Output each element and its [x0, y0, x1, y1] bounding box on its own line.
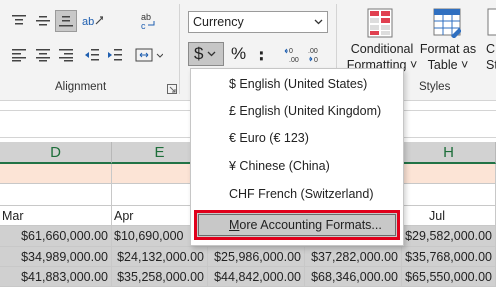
svg-text:.00: .00: [308, 48, 318, 55]
table-cell[interactable]: $29,582,000.00: [402, 226, 496, 247]
styles-group-label: Styles: [419, 81, 451, 93]
column-header-d[interactable]: D: [0, 142, 112, 164]
table-row: $34,989,000.00 $24,132,000.00 $25,986,00…: [0, 247, 496, 267]
svg-text:.00: .00: [289, 57, 299, 64]
table-cell[interactable]: $41,883,000.00: [0, 267, 112, 287]
more-accounting-formats-label: More Accounting Formats...: [229, 218, 382, 232]
table-cell[interactable]: $68,346,000.00: [305, 267, 402, 287]
cell-styles-label-2: Sty: [486, 58, 496, 72]
group-separator: [179, 4, 180, 94]
alignment-dialog-launcher-icon[interactable]: [167, 83, 177, 97]
increase-decimal-icon[interactable]: 0.00: [283, 44, 305, 66]
format-as-table-icon[interactable]: [433, 8, 462, 41]
table-cell[interactable]: $37,282,000.00: [305, 247, 402, 267]
increase-indent-icon[interactable]: [104, 44, 126, 66]
format-as-table-label: Format as: [419, 42, 477, 56]
svg-text:c: c: [141, 21, 146, 30]
menu-item-usd[interactable]: $ English (United States): [229, 77, 367, 91]
svg-text:0: 0: [289, 48, 293, 55]
cell[interactable]: [0, 164, 112, 184]
table-cell[interactable]: $35,258,000.00: [112, 267, 208, 287]
cell-styles-icon[interactable]: [487, 8, 496, 41]
merge-center-icon[interactable]: [134, 44, 164, 66]
comma-style-icon[interactable]: ։: [258, 41, 265, 66]
number-format-select[interactable]: Currency: [188, 11, 328, 33]
align-center-icon[interactable]: [32, 44, 54, 66]
cell-styles-label: C: [486, 42, 496, 56]
svg-text:ab: ab: [82, 16, 94, 28]
cell[interactable]: [0, 184, 112, 206]
table-cell[interactable]: $61,660,000.00: [0, 226, 112, 247]
chevron-down-icon: [314, 19, 323, 25]
cell[interactable]: [402, 164, 496, 184]
bottom-align-icon[interactable]: [55, 10, 77, 32]
month-header-cell[interactable]: Jul: [402, 206, 496, 226]
menu-item-gbp[interactable]: £ English (United Kingdom): [229, 104, 381, 118]
cell-styles-button[interactable]: C Sty: [486, 41, 496, 73]
format-as-table-label-2: Table ˅: [427, 58, 469, 72]
format-as-table-button[interactable]: Format as Table ˅: [419, 41, 477, 73]
menu-item-eur[interactable]: € Euro (€ 123): [229, 131, 309, 145]
table-cell[interactable]: $24,132,000.00: [112, 247, 208, 267]
number-format-value: Currency: [193, 15, 244, 29]
middle-align-icon[interactable]: [32, 10, 54, 32]
menu-item-cny[interactable]: ¥ Chinese (China): [229, 159, 330, 173]
decrease-indent-icon[interactable]: [81, 44, 103, 66]
column-header-h[interactable]: H: [402, 142, 496, 164]
decrease-decimal-icon[interactable]: .00 0: [306, 44, 328, 66]
alignment-group-label: Alignment: [55, 81, 107, 93]
chevron-down-icon: [208, 51, 216, 57]
top-align-icon[interactable]: [8, 10, 30, 32]
orientation-icon[interactable]: ab: [81, 10, 103, 32]
percent-style-icon[interactable]: %: [231, 44, 246, 64]
align-right-icon[interactable]: [55, 44, 77, 66]
conditional-formatting-icon[interactable]: [367, 8, 393, 41]
table-cell[interactable]: $35,768,000.00: [402, 247, 496, 267]
table-cell[interactable]: $34,989,000.00: [0, 247, 112, 267]
menu-item-chf[interactable]: CHF French (Switzerland): [229, 187, 373, 201]
conditional-formatting-label: Conditional: [350, 42, 414, 56]
align-left-icon[interactable]: [8, 44, 30, 66]
svg-text:0: 0: [314, 57, 318, 64]
month-header-cell[interactable]: Mar: [0, 206, 112, 226]
dollar-icon: $: [194, 44, 204, 63]
more-accounting-formats-item[interactable]: More Accounting Formats...: [194, 210, 400, 240]
cell[interactable]: [402, 184, 496, 206]
table-row: $41,883,000.00 $35,258,000.00 $44,842,00…: [0, 267, 496, 287]
table-cell[interactable]: $25,986,000.00: [208, 247, 305, 267]
wrap-text-icon[interactable]: ab c: [138, 10, 160, 32]
table-cell[interactable]: $44,842,000.00: [208, 267, 305, 287]
accounting-format-button[interactable]: $: [188, 42, 224, 66]
table-cell[interactable]: $65,550,000.00: [402, 267, 496, 287]
